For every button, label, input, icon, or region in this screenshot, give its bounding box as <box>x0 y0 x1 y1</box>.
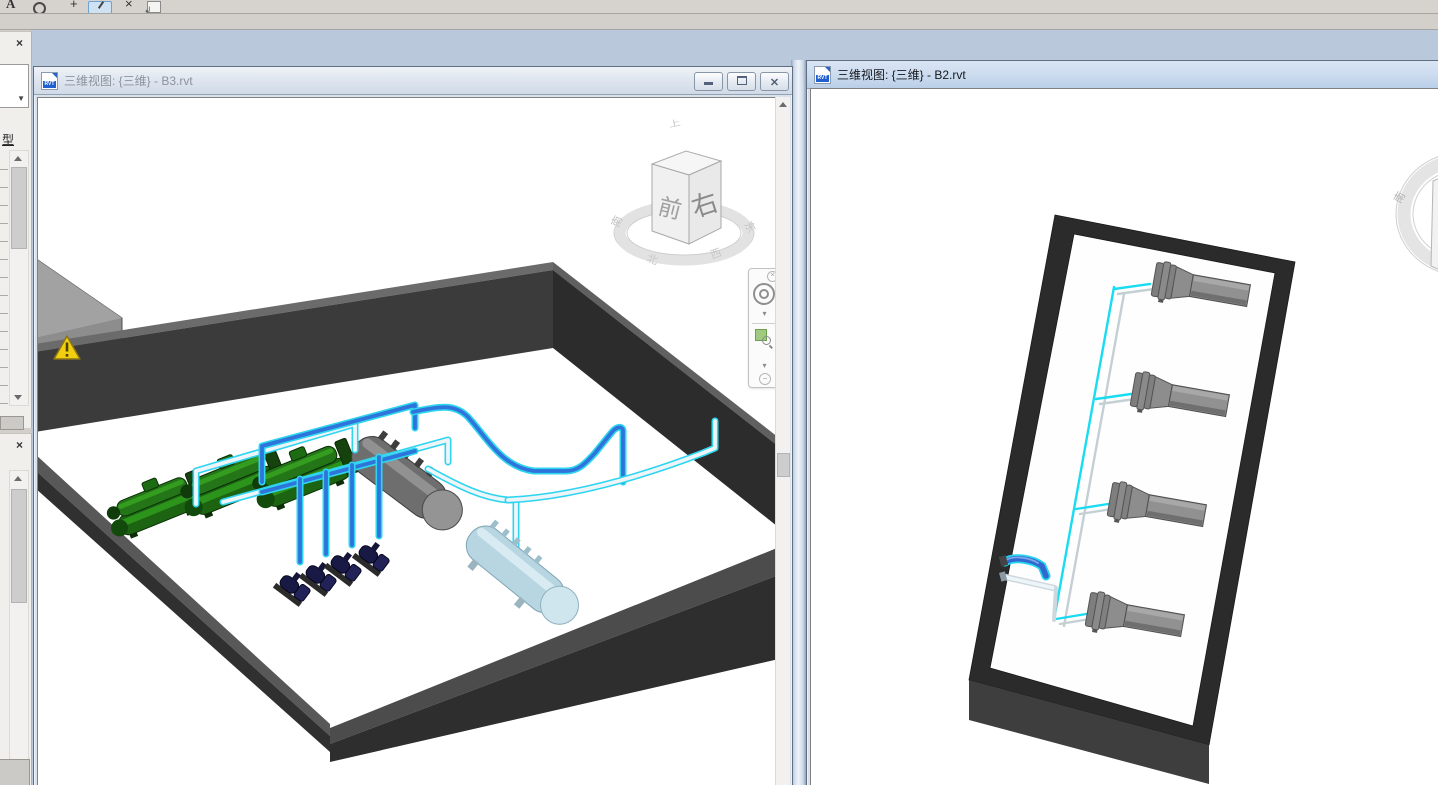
viewcube-top-label: 上 <box>668 118 682 130</box>
window-titlebar[interactable]: RVT 三维视图: {三维} - B2.rvt <box>807 61 1438 89</box>
window-title: 三维视图: {三维} - B2.rvt <box>837 66 966 83</box>
properties-panel: × ▼ 型 <box>0 31 32 428</box>
dock-column: × ▼ 型 × <box>0 30 31 785</box>
pin-tool-icon[interactable]: + <box>70 0 78 11</box>
mdi-gap <box>791 60 806 785</box>
chevron-down-icon: ▼ <box>17 94 25 103</box>
minimize-button[interactable] <box>694 72 723 91</box>
view-scrollbar[interactable] <box>775 97 790 785</box>
type-selector-dropdown[interactable]: ▼ <box>0 64 29 108</box>
measure-tool-icon-selected[interactable] <box>88 1 112 14</box>
revit-application: A + × ↲ × ▼ 型 × <box>0 0 1438 785</box>
scene-b2-svg: 南 <box>811 89 1438 785</box>
text-tool-icon[interactable]: A <box>6 0 15 12</box>
panel-button[interactable] <box>0 416 24 430</box>
viewport-3d-b3[interactable]: 南 东 北 西 上 前 右 × ▾ <box>37 97 782 785</box>
divider <box>752 323 776 324</box>
paste-tool-icon[interactable]: ↲ <box>147 1 161 13</box>
view-window-b3[interactable]: RVT 三维视图: {三维} - B3.rvt ✕ <box>33 66 793 785</box>
viewport-3d-b2[interactable]: 南 <box>810 88 1438 785</box>
close-button[interactable]: ✕ <box>760 72 789 91</box>
panel-button[interactable] <box>0 759 30 785</box>
scroll-thumb[interactable] <box>11 167 27 249</box>
window-title: 三维视图: {三维} - B3.rvt <box>64 72 193 89</box>
scroll-thumb[interactable] <box>777 453 790 477</box>
browser-scrollbar[interactable] <box>9 470 29 785</box>
zoom-tool-icon[interactable] <box>755 329 771 345</box>
edit-type-link[interactable]: 型 <box>2 131 14 148</box>
rvt-doc-icon: RVT <box>41 72 58 90</box>
rvt-doc-icon: RVT <box>814 66 831 84</box>
close-icon[interactable]: × <box>12 438 27 453</box>
scroll-thumb[interactable] <box>11 489 27 603</box>
mdi-client-area: × ▼ 型 × <box>0 29 1438 785</box>
erase-tool-icon[interactable]: × <box>125 0 133 11</box>
project-browser-panel: × <box>0 433 32 785</box>
scroll-up-icon[interactable] <box>14 476 22 481</box>
viewcube-face-sliver[interactable] <box>1431 178 1438 270</box>
scroll-up-icon[interactable] <box>14 156 22 161</box>
orbit-tool-icon[interactable] <box>33 2 46 14</box>
steering-wheel-icon[interactable] <box>753 283 775 305</box>
minimize-icon <box>704 82 713 85</box>
properties-scrollbar[interactable] <box>9 150 29 406</box>
scroll-up-icon[interactable] <box>779 102 787 107</box>
ribbon-toolbar-fragment: A + × ↲ <box>0 0 1438 14</box>
scene-b3-svg: 南 东 北 西 上 前 右 <box>38 98 781 785</box>
navbar-collapse-icon[interactable]: − <box>759 373 771 385</box>
view-window-b2[interactable]: RVT 三维视图: {三维} - B2.rvt <box>806 60 1438 785</box>
restore-icon <box>737 76 747 85</box>
close-icon[interactable]: × <box>12 36 27 51</box>
window-titlebar[interactable]: RVT 三维视图: {三维} - B3.rvt ✕ <box>34 67 792 95</box>
restore-button[interactable] <box>727 72 756 91</box>
scroll-down-icon[interactable] <box>14 395 22 400</box>
viewcube-partial[interactable]: 南 <box>1391 152 1438 276</box>
property-grid-rows <box>0 152 8 404</box>
close-icon: ✕ <box>770 77 779 89</box>
viewcube[interactable]: 南 东 北 西 上 前 右 <box>609 118 758 268</box>
